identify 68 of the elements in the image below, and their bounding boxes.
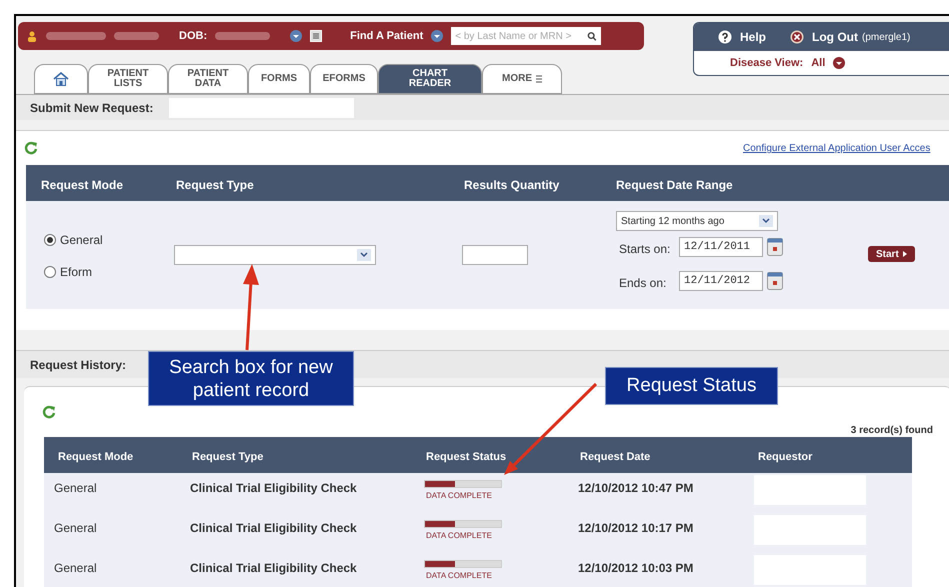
nav-tab[interactable]: PATIENT DATA xyxy=(168,64,248,94)
nav-tab[interactable]: MORE xyxy=(482,64,562,94)
nav-tab[interactable]: PATIENT LISTS xyxy=(88,64,168,94)
quantity-field[interactable] xyxy=(462,245,528,265)
column-header: Request Mode xyxy=(58,450,134,465)
dropdown-icon[interactable] xyxy=(833,57,846,70)
disease-view-value: All xyxy=(811,56,826,71)
dob-label: DOB: xyxy=(179,28,208,44)
table-cell-text: 12/10/2012 10:47 PM xyxy=(578,480,694,497)
refresh-icon[interactable] xyxy=(24,141,38,155)
play-icon xyxy=(902,251,907,257)
table-cell-text: 12/10/2012 10:17 PM xyxy=(578,520,694,537)
column-header: Request Mode xyxy=(41,177,124,194)
menu-icon xyxy=(536,75,542,83)
column-header: Results Quantity xyxy=(464,177,560,194)
nav-tab[interactable]: CHART READER xyxy=(378,64,482,94)
date-field[interactable]: 12/11/2012 xyxy=(679,271,763,291)
table-cell-text: Clinical Trial Eligibility Check xyxy=(190,480,357,497)
find-patient-label: Find A Patient xyxy=(350,28,424,44)
column-header: Request Type xyxy=(176,177,254,194)
section-title: Request History: xyxy=(30,356,126,374)
username-text: (pmergle1) xyxy=(862,30,910,44)
radio-option[interactable]: Eform xyxy=(44,263,92,281)
column-header: Request Date Range xyxy=(616,177,733,194)
column-header: Request Status xyxy=(426,450,506,465)
section-title: Submit New Request: xyxy=(30,100,154,116)
nav-tab[interactable]: FORMS xyxy=(248,64,310,94)
table-cell-text: General xyxy=(54,480,97,497)
table-cell-text: 12/10/2012 10:03 PM xyxy=(578,560,694,577)
table-cell-text: Clinical Trial Eligibility Check xyxy=(190,520,357,537)
callout-box: Search box for new patient record xyxy=(148,351,354,406)
patient-search-field[interactable]: < by Last Name or MRN > xyxy=(451,27,602,45)
nav-tab[interactable]: EFORMS xyxy=(310,64,378,94)
status-label: DATA COMPLETE xyxy=(426,530,492,542)
redacted-block xyxy=(46,32,106,40)
record-count: 3 record(s) found xyxy=(850,424,933,438)
callout-box: Request Status xyxy=(605,367,778,405)
home-icon xyxy=(53,72,69,86)
table-cell-text: Clinical Trial Eligibility Check xyxy=(190,560,357,577)
dropdown-icon[interactable] xyxy=(431,30,444,42)
status-label: DATA COMPLETE xyxy=(426,490,492,502)
person-icon xyxy=(26,30,38,42)
chevron-down-icon xyxy=(357,249,371,261)
column-header: Requestor xyxy=(758,450,812,465)
redacted-block xyxy=(114,32,159,40)
table-cell-text: General xyxy=(54,560,97,577)
column-header: Request Type xyxy=(192,450,264,465)
refresh-icon[interactable] xyxy=(42,405,56,419)
date-field[interactable]: 12/11/2011 xyxy=(679,237,763,257)
help-link[interactable]: Help xyxy=(740,28,766,46)
configure-link[interactable]: Configure External Application User Acces xyxy=(743,141,930,156)
dropdown-icon[interactable] xyxy=(290,30,302,42)
redacted-block xyxy=(215,32,270,40)
help-icon[interactable] xyxy=(718,30,732,44)
date-label: Starts on: xyxy=(619,241,670,258)
status-label: DATA COMPLETE xyxy=(426,570,492,582)
range-select[interactable]: Starting 12 months ago xyxy=(616,211,778,231)
table-cell-text: General xyxy=(54,520,97,537)
search-icon[interactable] xyxy=(587,30,598,42)
date-label: Ends on: xyxy=(619,275,666,292)
chevron-down-icon xyxy=(759,215,773,227)
logout-link[interactable]: Log Out xyxy=(812,28,858,46)
close-icon[interactable] xyxy=(790,30,804,44)
nav-tab[interactable] xyxy=(34,64,88,94)
radio-option[interactable]: General xyxy=(44,231,103,249)
disease-view-label: Disease View: xyxy=(730,56,804,71)
start-button[interactable]: Start xyxy=(868,246,915,262)
column-header: Request Date xyxy=(580,450,650,465)
